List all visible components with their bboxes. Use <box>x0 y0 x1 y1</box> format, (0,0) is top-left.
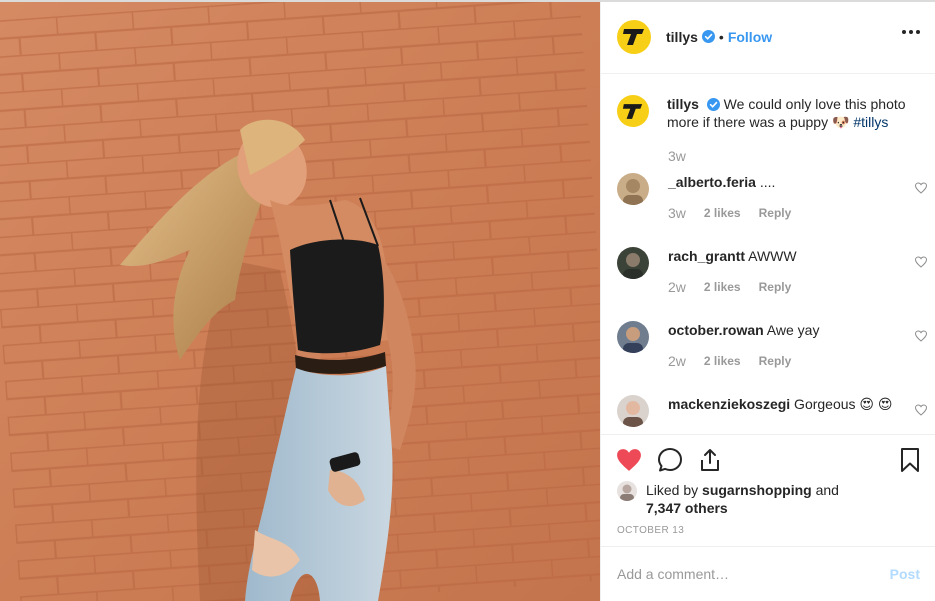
comment-item: mackenziekoszegi Gorgeous 😍 😍 <box>617 395 927 434</box>
post-caption: tillys We could only love this photo mor… <box>617 95 927 131</box>
more-options-icon[interactable] <box>902 30 920 34</box>
comment-meta: 2w 2 likes Reply <box>668 353 791 369</box>
reply-button[interactable]: Reply <box>759 206 792 220</box>
avatar[interactable] <box>617 395 649 427</box>
post-modal: tillys • Follow tillys We could only lov… <box>0 0 935 601</box>
comment-username[interactable]: mackenziekoszegi <box>668 396 790 412</box>
verified-badge-icon <box>701 30 715 43</box>
tillys-logo-icon <box>623 28 644 45</box>
comment-age[interactable]: 3w <box>668 205 686 221</box>
liked-by-prefix: Liked by <box>646 482 703 498</box>
heart-outline-icon[interactable] <box>915 404 927 416</box>
liker-username[interactable]: sugarnshopping <box>702 482 812 498</box>
comments-list[interactable]: tillys We could only love this photo mor… <box>601 75 935 434</box>
tillys-logo-icon <box>622 103 643 119</box>
comment-body: Gorgeous 😍 😍 <box>790 396 893 412</box>
post-date[interactable]: OCTOBER 13 <box>617 525 684 536</box>
caption-username[interactable]: tillys <box>667 96 699 112</box>
liked-by: Liked by sugarnshopping and 7,347 others <box>617 481 876 517</box>
likes-count[interactable]: 7,347 others <box>646 500 728 516</box>
comment-likes[interactable]: 2 likes <box>704 206 741 220</box>
comment-username[interactable]: _alberto.feria <box>668 174 756 190</box>
account-avatar[interactable] <box>617 19 651 54</box>
comment-item: october.rowan Awe yay 2w 2 likes Reply <box>617 321 927 381</box>
avatar[interactable] <box>617 321 649 353</box>
post-button[interactable]: Post <box>890 566 920 582</box>
comment-meta: 3w 2 likes Reply <box>668 205 791 221</box>
heart-outline-icon[interactable] <box>915 182 927 194</box>
comment-item: _alberto.feria .... 3w 2 likes Reply <box>617 173 927 233</box>
comment-username[interactable]: october.rowan <box>668 322 764 338</box>
comment-meta: 2w 2 likes Reply <box>668 279 791 295</box>
comment-input[interactable] <box>617 566 890 582</box>
comment-item: rach_grantt AWWW 2w 2 likes Reply <box>617 247 927 307</box>
caption-text: tillys We could only love this photo mor… <box>667 95 917 131</box>
comment-text: rach_grantt AWWW <box>668 247 898 265</box>
avatar[interactable] <box>617 247 649 279</box>
share-upload-icon[interactable] <box>697 447 723 473</box>
comment-likes[interactable]: 2 likes <box>704 280 741 294</box>
comment-age[interactable]: 2w <box>668 279 686 295</box>
comment-likes[interactable]: 2 likes <box>704 354 741 368</box>
heart-filled-icon[interactable] <box>616 447 642 473</box>
caption-avatar[interactable] <box>617 95 649 127</box>
caption-hashtag[interactable]: #tillys <box>853 114 888 130</box>
reply-button[interactable]: Reply <box>759 354 792 368</box>
reply-button[interactable]: Reply <box>759 280 792 294</box>
comment-bubble-icon[interactable] <box>657 447 683 473</box>
verified-badge-icon <box>706 98 720 111</box>
comment-body: .... <box>755 174 776 190</box>
post-photo[interactable] <box>0 0 600 601</box>
comment-age[interactable]: 2w <box>668 353 686 369</box>
puppy-emoji: 🐶 <box>831 114 850 130</box>
post-header: tillys • Follow <box>601 0 935 74</box>
header-username[interactable]: tillys <box>666 29 698 45</box>
top-border <box>0 0 935 2</box>
comment-text: _alberto.feria .... <box>668 173 898 191</box>
comment-body: AWWW <box>745 248 797 264</box>
liked-by-text: Liked by sugarnshopping and 7,347 others <box>646 481 876 517</box>
bookmark-icon[interactable] <box>897 447 923 473</box>
liked-by-and: and <box>811 482 839 498</box>
header-dot: • <box>718 28 724 45</box>
follow-button[interactable]: Follow <box>728 29 772 45</box>
heart-outline-icon[interactable] <box>915 330 927 342</box>
avatar[interactable] <box>617 173 649 205</box>
post-actions: Liked by sugarnshopping and 7,347 others… <box>601 434 935 546</box>
comment-text: october.rowan Awe yay <box>668 321 898 339</box>
liker-avatar[interactable] <box>617 481 637 501</box>
photo-illustration <box>0 0 600 601</box>
side-panel: tillys • Follow tillys We could only lov… <box>600 0 935 601</box>
comment-body: Awe yay <box>763 322 820 338</box>
comment-username[interactable]: rach_grantt <box>668 248 745 264</box>
heart-outline-icon[interactable] <box>915 256 927 268</box>
add-comment-bar: Post <box>601 546 935 601</box>
caption-time[interactable]: 3w <box>668 148 686 164</box>
comment-text: mackenziekoszegi Gorgeous 😍 😍 <box>668 395 898 413</box>
